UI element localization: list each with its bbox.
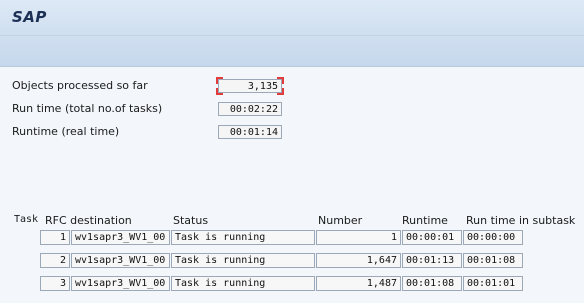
table-cell-status[interactable]: Task is running <box>171 253 315 268</box>
table-cell-number[interactable]: 1 <box>316 230 401 245</box>
col-header-runtime: Runtime <box>402 214 448 227</box>
run-time-total-field[interactable]: 00:02:22 <box>218 102 282 116</box>
table-cell-task[interactable]: 3 <box>40 276 70 291</box>
col-header-number: Number <box>318 214 363 227</box>
objects-processed-field[interactable]: 3,135 <box>216 77 284 95</box>
runtime-real-value: 00:01:14 <box>229 127 278 138</box>
table-cell-runtime[interactable]: 00:01:13 <box>402 253 462 268</box>
objects-processed-label: Objects processed so far <box>12 79 148 92</box>
table-cell-number[interactable]: 1,487 <box>316 276 401 291</box>
focus-corner <box>216 77 223 84</box>
focus-corner <box>277 88 284 95</box>
col-header-status: Status <box>173 214 209 227</box>
table-cell-task[interactable]: 1 <box>40 230 70 245</box>
col-header-runtime-subtask: Run time in subtask <box>466 214 576 227</box>
main-content: Objects processed so far 3,135 Run time … <box>0 67 584 303</box>
table-cell-task[interactable]: 2 <box>40 253 70 268</box>
table-cell-status[interactable]: Task is running <box>171 276 315 291</box>
table-cell-runtime[interactable]: 00:01:08 <box>402 276 462 291</box>
col-header-rfc-destination: RFC destination <box>45 214 132 227</box>
runtime-real-field[interactable]: 00:01:14 <box>218 125 282 139</box>
table-cell-subtask[interactable]: 00:00:00 <box>463 230 523 245</box>
table-cell-status[interactable]: Task is running <box>171 230 315 245</box>
title-bar: SAP <box>0 0 584 36</box>
run-time-total-value: 00:02:22 <box>229 104 278 115</box>
table-cell-runtime[interactable]: 00:00:01 <box>402 230 462 245</box>
table-cell-number[interactable]: 1,647 <box>316 253 401 268</box>
table-cell-rfc[interactable]: wv1sapr3_WV1_00 <box>71 230 170 245</box>
run-time-total-label: Run time (total no.of tasks) <box>12 102 163 115</box>
col-header-task: Task <box>14 214 39 225</box>
table-cell-rfc[interactable]: wv1sapr3_WV1_00 <box>71 253 170 268</box>
app-title: SAP <box>12 8 47 26</box>
focus-corner <box>277 77 284 84</box>
application-toolbar <box>0 36 584 67</box>
table-cell-subtask[interactable]: 00:01:08 <box>463 253 523 268</box>
table-cell-subtask[interactable]: 00:01:01 <box>463 276 523 291</box>
table-cell-rfc[interactable]: wv1sapr3_WV1_00 <box>71 276 170 291</box>
focus-corner <box>216 88 223 95</box>
runtime-real-label: Runtime (real time) <box>12 125 120 138</box>
objects-processed-value: 3,135 <box>247 81 278 92</box>
